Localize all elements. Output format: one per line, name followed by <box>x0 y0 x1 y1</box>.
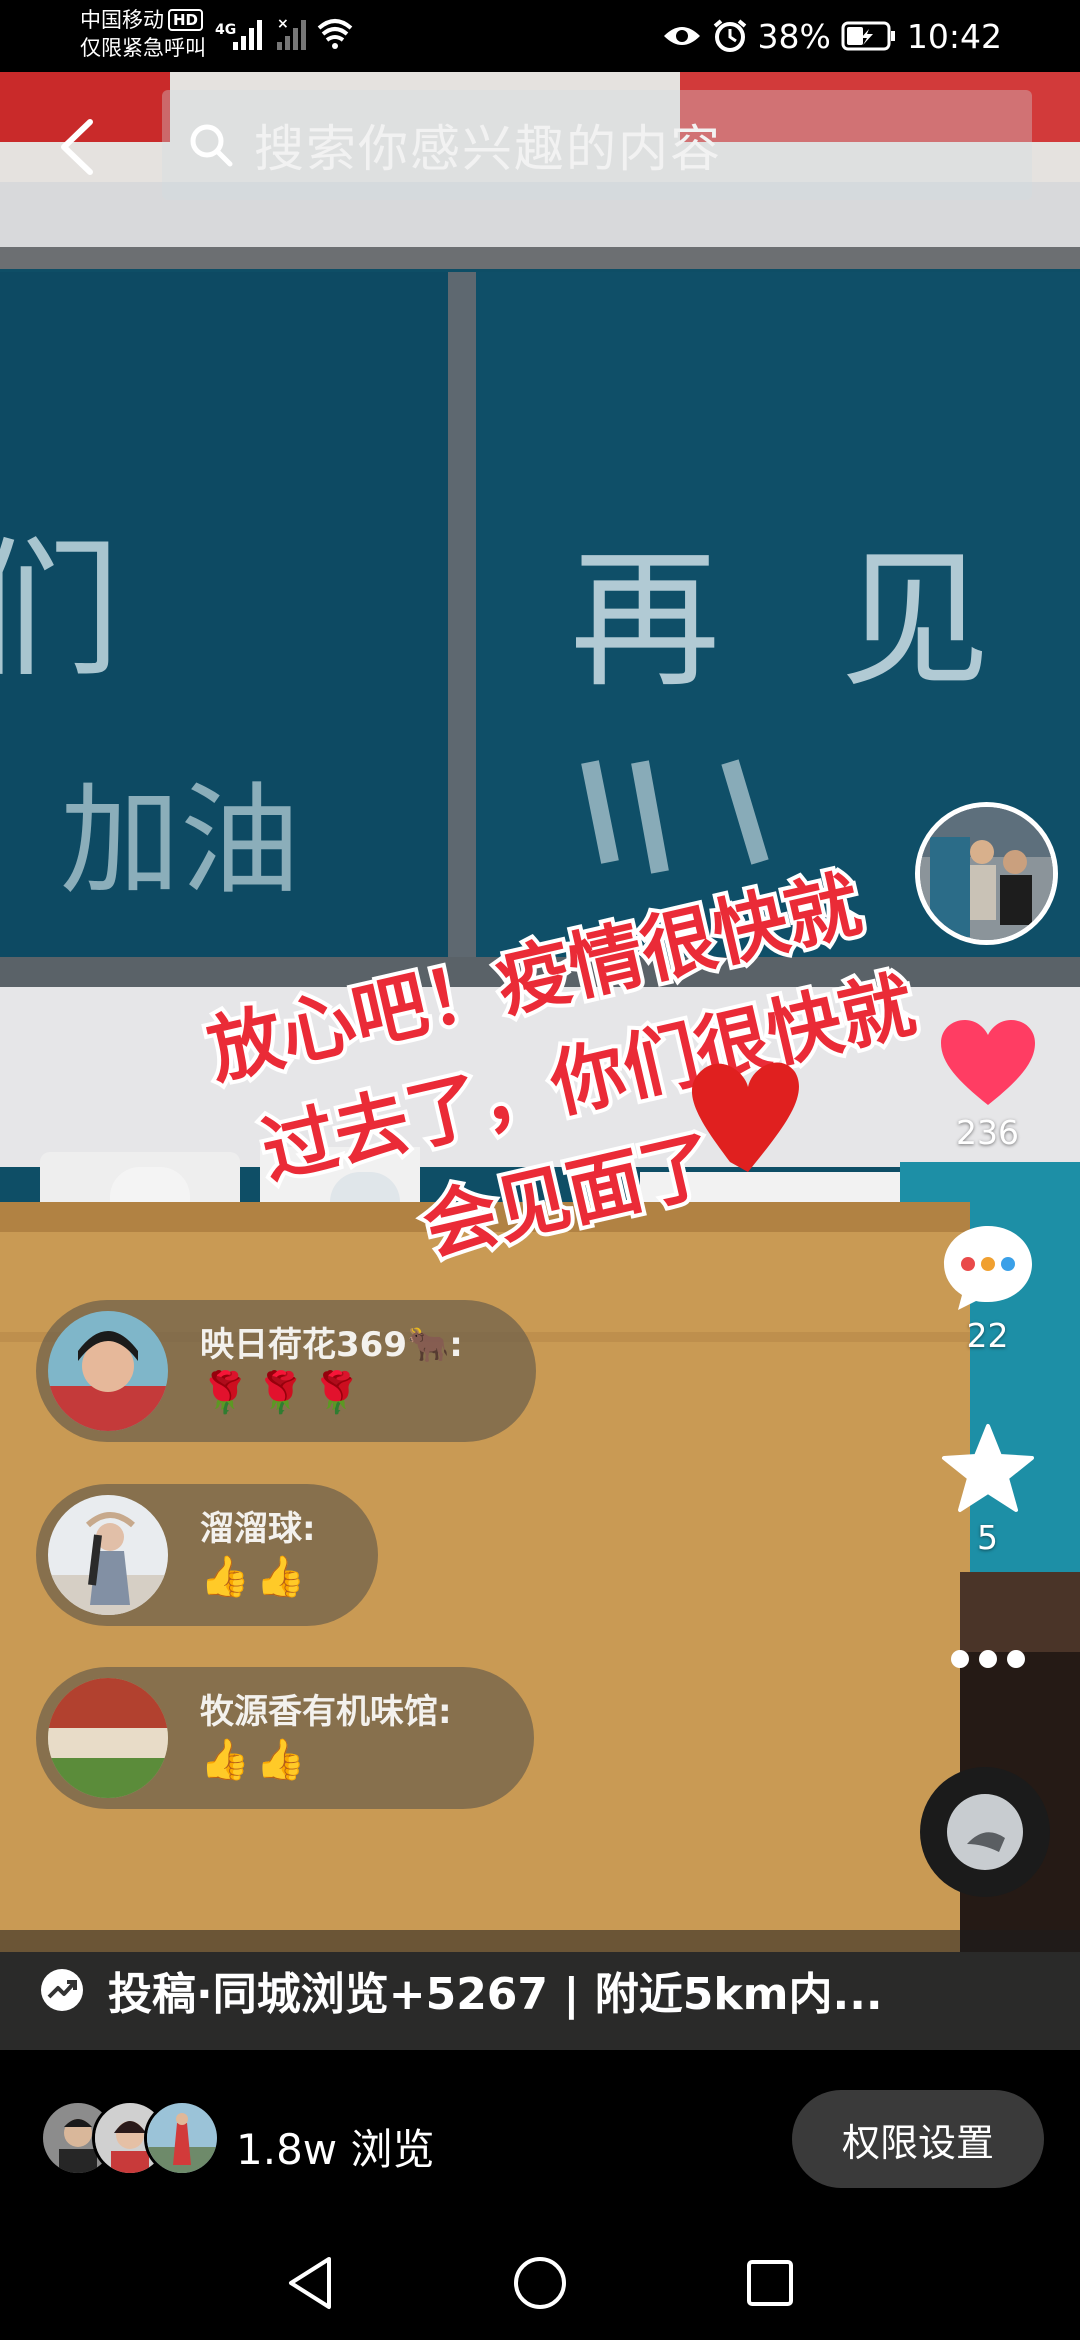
commenter-name: 牧源香有机味馆: <box>200 1692 452 1732</box>
carrier-info: 中国移动 HD 仅限紧急呼叫 <box>80 6 206 62</box>
eye-icon <box>663 27 700 45</box>
comment-bubble[interactable]: 溜溜球: 👍👍 <box>36 1484 378 1626</box>
like-button[interactable]: 236 <box>915 1017 1060 1152</box>
music-disc-button[interactable] <box>920 1767 1050 1897</box>
comment-icon <box>943 1226 1032 1310</box>
commenter-avatar <box>48 1678 168 1798</box>
network-type: 4G <box>215 22 236 38</box>
more-dots-icon <box>950 1650 1025 1668</box>
commenter-name: 溜溜球: <box>200 1509 316 1549</box>
comment-text: 👍👍 <box>200 1737 312 1783</box>
hd-badge: HD <box>168 9 204 31</box>
permission-settings-button[interactable]: 权限设置 <box>792 2090 1044 2188</box>
nav-back-icon[interactable] <box>285 2255 335 2311</box>
favorite-button[interactable]: 5 <box>915 1422 1060 1557</box>
more-button[interactable] <box>915 1647 1060 1675</box>
commenter-avatar <box>48 1311 168 1431</box>
commenter-avatar <box>48 1495 168 1615</box>
status-bar: 中国移动 HD 仅限紧急呼叫 4G × 38% 10:42 <box>0 0 1080 72</box>
battery-percent: 38% <box>757 16 831 56</box>
signal-icon: 4G × <box>215 16 353 50</box>
music-disc-icon <box>947 1794 1023 1870</box>
promo-text: 投稿·同城浏览+5267 | 附近5km内... <box>108 1969 883 2020</box>
bottom-bar: 1.8w 浏览 权限设置 <box>0 2050 1080 2230</box>
carrier-name: 中国移动 <box>80 8 164 32</box>
like-count: 236 <box>956 1113 1019 1152</box>
viewer-avatar <box>144 2100 220 2176</box>
search-icon <box>190 124 233 167</box>
search-bar[interactable]: 搜索你感兴趣的内容 <box>162 90 1032 200</box>
comment-text: 🌹🌹🌹 <box>200 1370 368 1416</box>
back-icon[interactable] <box>44 112 114 182</box>
comment-text: 👍👍 <box>200 1554 312 1600</box>
star-icon <box>941 1424 1034 1512</box>
comment-count: 22 <box>966 1316 1009 1355</box>
chalk-text-right: 再见 <box>570 534 1080 708</box>
favorite-count: 5 <box>977 1518 998 1557</box>
search-placeholder: 搜索你感兴趣的内容 <box>254 120 722 178</box>
author-avatar[interactable] <box>915 802 1058 945</box>
trend-icon <box>41 1969 83 2011</box>
heart-icon <box>940 1020 1035 1105</box>
svg-text:×: × <box>277 16 289 32</box>
status-right: 38% 10:42 <box>662 10 1002 62</box>
viewer-avatars[interactable] <box>40 2100 230 2180</box>
comment-bubble[interactable]: 牧源香有机味馆: 👍👍 <box>36 1667 534 1809</box>
video-player[interactable]: 们 加油 再见 放心吧！疫情很快就 过去了，你们很快就 会见面了 搜索你感兴趣的… <box>0 72 1080 2050</box>
chalk-text-left-top: 们 <box>0 524 120 698</box>
commenter-name: 映日荷花369🐂: <box>200 1325 463 1365</box>
clock: 10:42 <box>906 16 1002 56</box>
promo-banner[interactable]: 投稿·同城浏览+5267 | 附近5km内... <box>0 1930 1080 2050</box>
comment-bubble[interactable]: 映日荷花369🐂: 🌹🌹🌹 <box>36 1300 536 1442</box>
nav-recents-icon[interactable] <box>745 2258 795 2308</box>
battery-icon <box>841 21 895 51</box>
view-count: 1.8w 浏览 <box>236 2125 435 2174</box>
nav-home-icon[interactable] <box>513 2256 567 2310</box>
emergency-text: 仅限紧急呼叫 <box>80 36 206 60</box>
comment-button[interactable]: 22 <box>915 1222 1060 1355</box>
chalk-text-left-bottom: 加油 <box>60 772 300 911</box>
alarm-icon <box>713 19 746 52</box>
system-nav-bar <box>0 2230 1080 2340</box>
